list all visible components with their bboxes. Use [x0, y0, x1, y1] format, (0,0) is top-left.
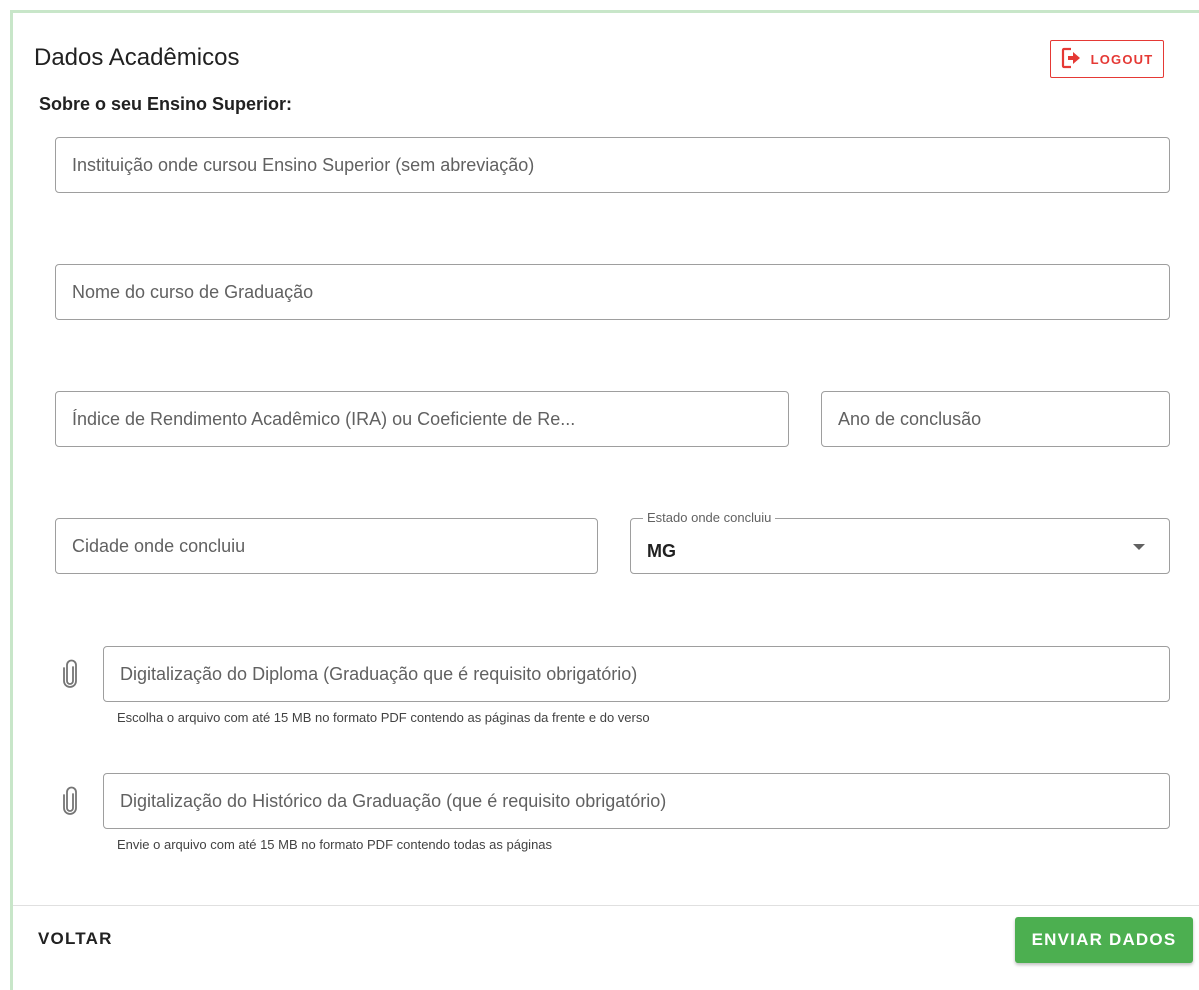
ano-input[interactable]: [822, 392, 1169, 446]
diploma-file-input[interactable]: [104, 647, 1169, 701]
instituicao-input[interactable]: [56, 138, 1169, 192]
estado-value: MG: [647, 541, 676, 561]
estado-select[interactable]: Estado onde concluiu MG: [630, 510, 1170, 574]
curso-field: [55, 264, 1170, 320]
curso-input[interactable]: [56, 265, 1169, 319]
ano-field: [821, 391, 1170, 447]
logout-button[interactable]: LOGOUT: [1050, 40, 1164, 78]
paperclip-icon[interactable]: [62, 786, 78, 821]
ira-input[interactable]: [56, 392, 788, 446]
ira-field: [55, 391, 789, 447]
estado-label: Estado onde concluiu: [643, 510, 776, 525]
historico-file-input[interactable]: [104, 774, 1169, 828]
page-title: Dados Acadêmicos: [34, 44, 240, 71]
caret-down-icon: [1133, 544, 1145, 550]
logout-icon: [1061, 47, 1081, 72]
instituicao-field: [55, 137, 1170, 193]
cidade-field: [55, 518, 598, 574]
footer-divider: [13, 905, 1199, 906]
logout-label: LOGOUT: [1090, 51, 1154, 67]
section-subtitle: Sobre o seu Ensino Superior:: [39, 94, 293, 114]
back-button[interactable]: VOLTAR: [38, 929, 113, 949]
historico-hint: Envie o arquivo com até 15 MB no formato…: [117, 837, 553, 852]
diploma-field: [103, 646, 1170, 702]
cidade-input[interactable]: [56, 519, 597, 573]
historico-field: [103, 773, 1170, 829]
diploma-hint: Escolha o arquivo com até 15 MB no forma…: [117, 710, 650, 725]
submit-button[interactable]: ENVIAR DADOS: [1015, 917, 1193, 963]
paperclip-icon[interactable]: [62, 659, 78, 694]
